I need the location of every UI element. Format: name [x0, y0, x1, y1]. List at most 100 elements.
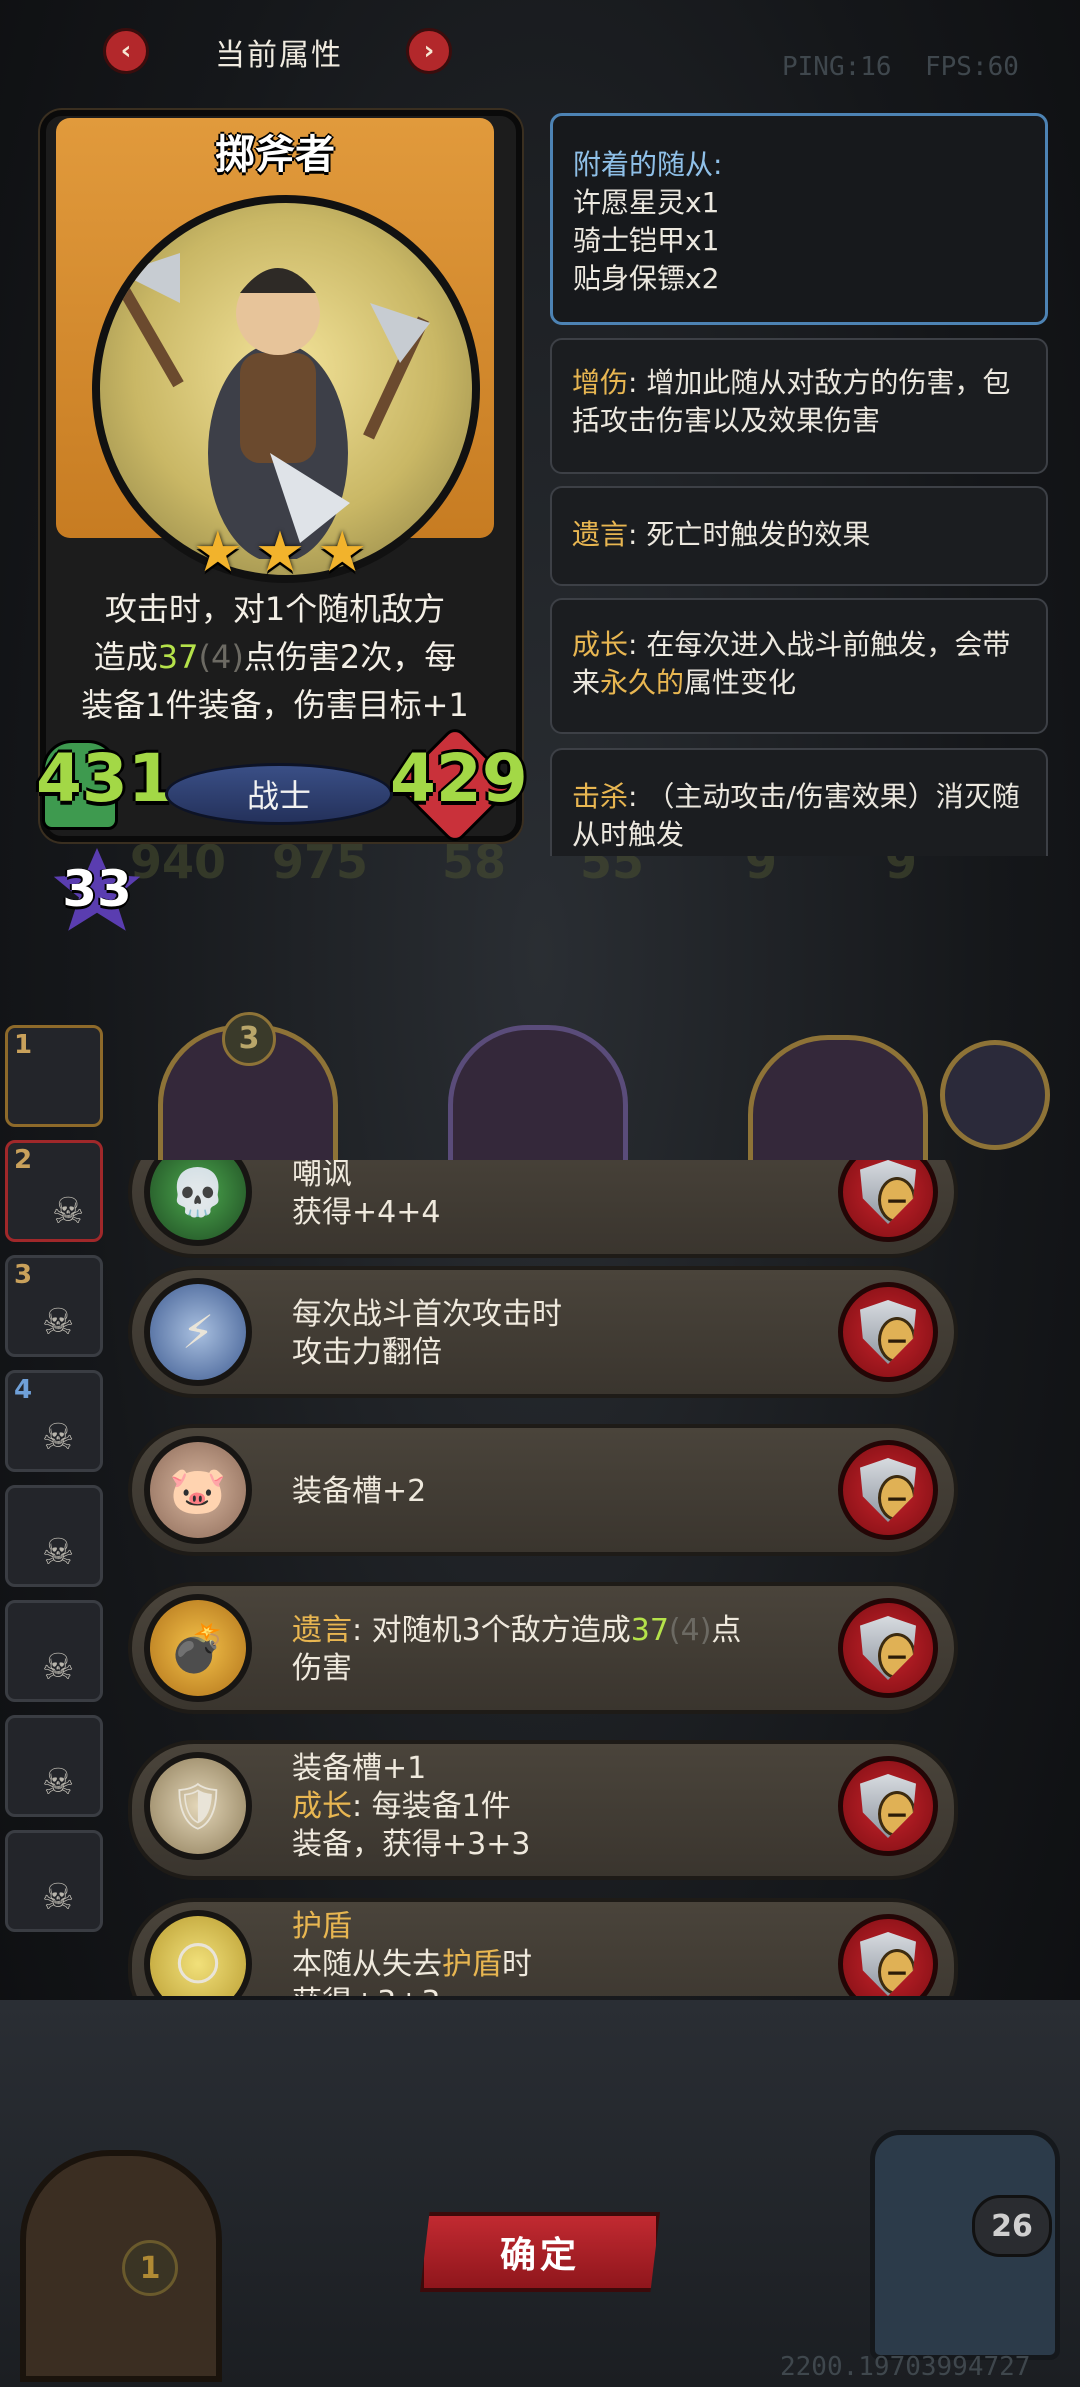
confirm-button[interactable]: 确定 [420, 2212, 660, 2292]
effect-line: 获得+4+4 [292, 1195, 441, 1230]
star-rating: ★ ★ ★ [180, 520, 380, 585]
ghost-stat: 58 [442, 835, 507, 889]
next-button[interactable]: › [406, 28, 452, 74]
remove-effect-button[interactable]: − [838, 1160, 938, 1242]
star-icon: ★ [192, 520, 243, 585]
hero-health-value: 26 [991, 2208, 1033, 2244]
damage-base: (4) [668, 1613, 712, 1648]
effect-line: 伤害 [292, 1651, 352, 1686]
ghost-stat: 975 [272, 835, 369, 889]
confirm-label: 确定 [499, 2235, 580, 2276]
keyword-text: : 死亡时触发的效果 [628, 518, 871, 551]
shield-icon: − [860, 1300, 916, 1364]
remove-effect-button[interactable]: − [838, 1598, 938, 1698]
keyword-name: 成长 [572, 628, 629, 661]
keyword-panel-deathrattle: 遗言: 死亡时触发的效果 [550, 486, 1048, 586]
effect-item: ⚡ 每次战斗首次攻击时 攻击力翻倍 − [128, 1266, 958, 1398]
class-badge: 战士 [165, 763, 393, 825]
coordinate-readout: 2200.19703994727 [780, 2352, 1031, 2382]
shield-icon: − [860, 1774, 916, 1838]
effect-line: 每次战斗首次攻击时 [292, 1297, 562, 1332]
bomb-icon: 💣 [144, 1594, 252, 1702]
minion-description: 攻击时，对1个随机敌方 造成37(4)点伤害2次，每 装备1件装备，伤害目标+1 [70, 585, 480, 729]
minus-icon: − [878, 1949, 916, 1995]
effect-text: 嘲讽 获得+4+4 [292, 1160, 812, 1232]
shop-door[interactable] [20, 2150, 222, 2382]
attached-minions-panel: 附着的随从: 许愿星灵x1 骑士铠甲x1 贴身保镖x2 [550, 113, 1048, 325]
effect-item: 🛡 装备槽+1 成长: 每装备1件 装备，获得+3+3 − [128, 1740, 958, 1880]
effect-text: 每次战斗首次攻击时 攻击力翻倍 [292, 1296, 812, 1372]
keyword-panel-growth: 成长: 在每次进入战斗前触发，会带来永久的属性变化 [550, 598, 1048, 734]
roster-number: 1 [14, 1030, 33, 1060]
shield-icon: − [860, 1616, 916, 1680]
tier-value: 33 [62, 860, 132, 918]
damage-value: 37 [630, 1613, 669, 1648]
fps-readout: FPS:60 [925, 52, 1019, 82]
effect-line: 装备槽+1 [292, 1751, 427, 1786]
armor-icon: 🛡 [144, 1752, 252, 1860]
shield-icon: − [860, 1160, 916, 1224]
minus-icon: − [878, 1177, 916, 1223]
minus-icon: − [878, 1791, 916, 1837]
ghost-stat: 940 [130, 835, 227, 889]
effect-item: 💀 嘲讽 获得+4+4 − [128, 1160, 958, 1258]
effect-item: 🐷 装备槽+2 − [128, 1424, 958, 1556]
keyword-text: 属性变化 [684, 666, 797, 699]
effect-segment: : 对随机3个敌方造成 [352, 1613, 631, 1648]
lightning-icon: ⚡ [144, 1278, 252, 1386]
effect-item: 💣 遗言: 对随机3个敌方造成37(4)点 伤害 − [128, 1582, 958, 1714]
effect-segment: 本随从失去 [292, 1947, 442, 1982]
effect-text: 遗言: 对随机3个敌方造成37(4)点 伤害 [292, 1612, 812, 1688]
description-text: 点伤害2次，每 [243, 638, 457, 676]
effect-line: 遗言: 对随机3个敌方造成37(4)点 [292, 1612, 812, 1650]
axe-thrower-illustration [108, 253, 430, 563]
effect-line: 本随从失去护盾时 [292, 1946, 812, 1984]
description-line: 装备1件装备，伤害目标+1 [81, 686, 469, 724]
board-minion-portrait[interactable] [940, 1040, 1050, 1150]
effect-line: 装备槽+2 [292, 1474, 427, 1509]
page-title: 当前属性 [215, 38, 343, 73]
effect-text: 护盾 本随从失去护盾时 获得+3+3 [292, 1908, 812, 1996]
keyword-name: 护盾 [292, 1909, 352, 1944]
hero-health-badge: 26 [972, 2195, 1052, 2257]
panel-title: 附着的随从: [573, 148, 723, 181]
class-label: 战士 [246, 777, 311, 815]
roster-slot[interactable]: 1 [5, 1025, 103, 1127]
keyword-name: 遗言 [572, 518, 629, 551]
minus-icon: − [878, 1317, 916, 1363]
skull-icon: 💀 [144, 1160, 252, 1246]
description-line: 造成37(4)点伤害2次，每 [70, 633, 480, 681]
effect-line: 攻击力翻倍 [292, 1335, 442, 1370]
keyword-panel-kill: 击杀: （主动攻击/伤害效果）消灭随从时触发 [550, 748, 1048, 856]
health-value: 429 [390, 740, 528, 817]
minus-icon: − [878, 1633, 916, 1679]
attached-item: 骑士铠甲x1 [573, 224, 720, 257]
remove-effect-button[interactable]: − [838, 1282, 938, 1382]
remove-effect-button[interactable]: − [838, 1914, 938, 1996]
star-icon: ★ [317, 520, 368, 585]
minus-icon: − [878, 1475, 916, 1521]
keyword-text: : 增加此随从对敌方的伤害，包括攻击伤害以及效果伤害 [572, 366, 1011, 437]
prev-button[interactable]: ‹ [103, 28, 149, 74]
pig-icon: 🐷 [144, 1436, 252, 1544]
effect-line: 获得+3+3 [292, 1984, 812, 1996]
remove-effect-button[interactable]: − [838, 1756, 938, 1856]
coin-counter: 1 [122, 2240, 178, 2296]
effect-segment: 点 [711, 1613, 742, 1648]
damage-base: (4) [198, 638, 244, 676]
effect-text: 装备槽+2 [292, 1473, 812, 1511]
keyword-name: 击杀 [572, 780, 629, 813]
effect-line: 成长: 每装备1件 [292, 1788, 812, 1826]
moon-icon: 🌕 [144, 1910, 252, 1996]
star-icon: ★ [254, 520, 306, 585]
keyword-name: 增伤 [572, 366, 629, 399]
ping-readout: PING:16 [782, 52, 892, 82]
keyword-name: 遗言 [292, 1613, 352, 1648]
effect-line: 装备，获得+3+3 [292, 1827, 531, 1862]
effect-segment: 时 [502, 1947, 532, 1982]
shield-icon: − [860, 1458, 916, 1522]
remove-effect-button[interactable]: − [838, 1440, 938, 1540]
effect-list[interactable]: 💀 嘲讽 获得+4+4 − ⚡ 每次战斗首次攻击时 攻击力翻倍 − 🐷 装备槽+… [0, 1160, 1080, 1996]
attached-item: 贴身保镖x2 [573, 262, 720, 295]
keyword-panel-damage-boost: 增伤: 增加此随从对敌方的伤害，包括攻击伤害以及效果伤害 [550, 338, 1048, 474]
